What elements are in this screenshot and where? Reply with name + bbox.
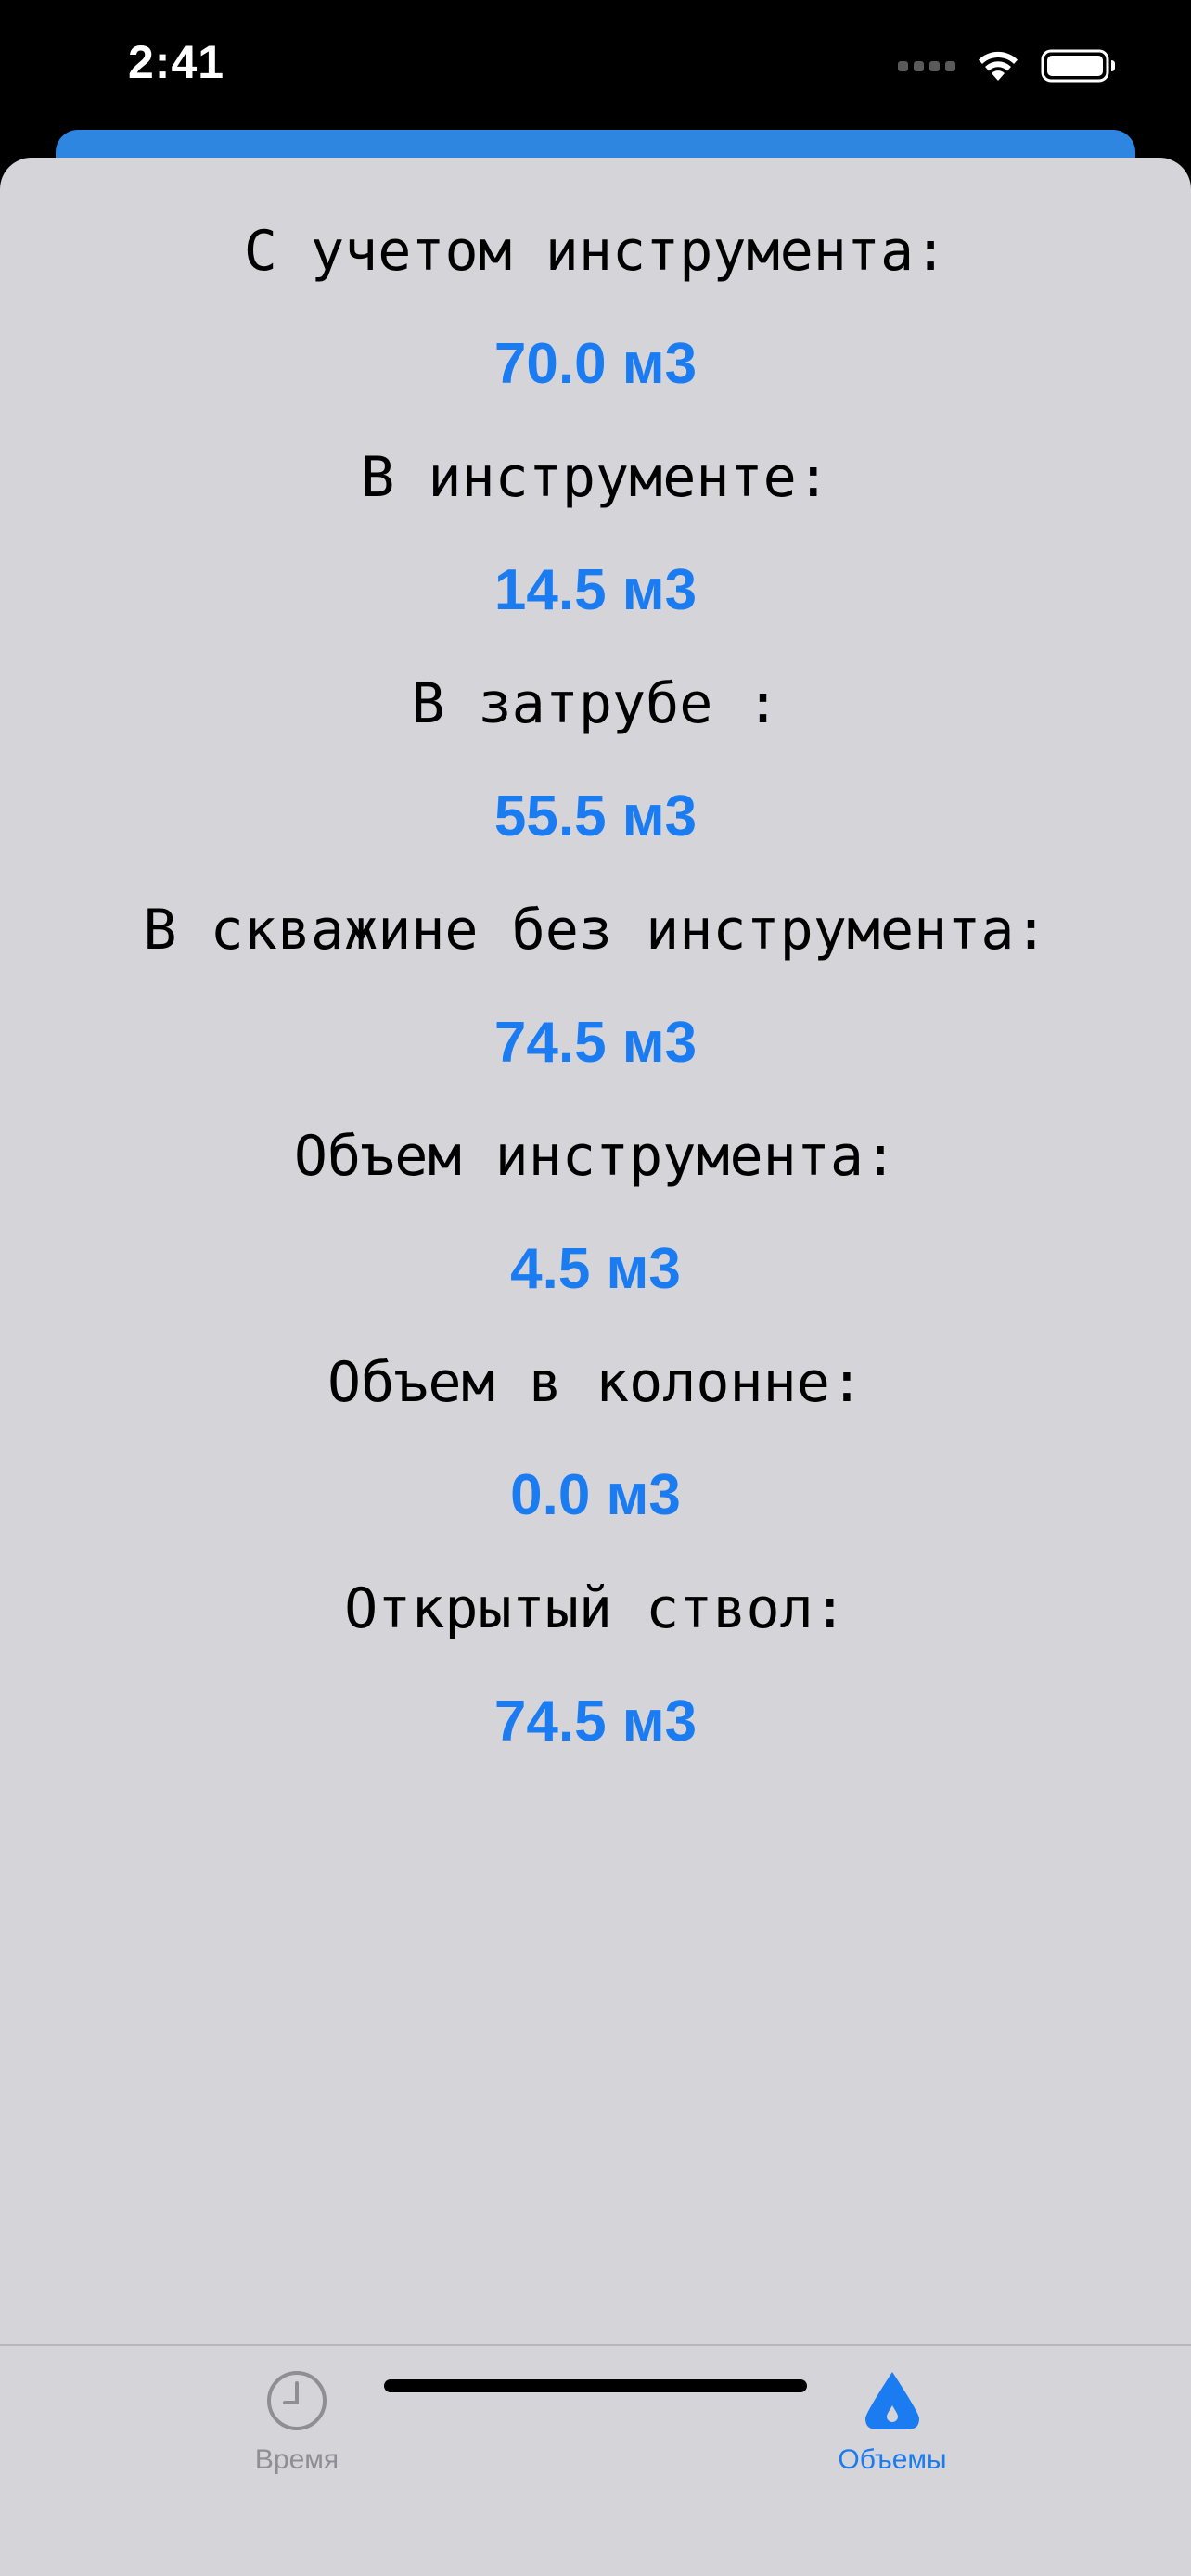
volumes-sheet: С учетом инструмента: 70.0 м3 В инструме… (0, 158, 1191, 2576)
volume-label: Открытый ствол: (344, 1576, 847, 1641)
clock-icon (267, 2371, 327, 2430)
volume-value: 74.5 м3 (493, 1690, 698, 1753)
battery-icon (1041, 49, 1115, 83)
volume-value: 4.5 м3 (510, 1237, 681, 1301)
volume-annulus: В затрубе : 55.5 м3 (0, 647, 1191, 874)
volume-label: Объем в колонне: (327, 1350, 864, 1415)
home-indicator[interactable] (384, 2379, 807, 2392)
cellular-signal-icon (898, 60, 955, 71)
tab-label: Время (254, 2444, 339, 2475)
status-time: 2:41 (128, 36, 225, 88)
volumes-list: С учетом инструмента: 70.0 м3 В инструме… (0, 195, 1191, 1779)
volume-label: В скважине без инструмента: (143, 898, 1048, 963)
volume-value: 70.0 м3 (493, 332, 698, 396)
tab-label: Объемы (838, 2444, 947, 2475)
volume-open-hole: Открытый ствол: 74.5 м3 (0, 1552, 1191, 1779)
volume-label: В затрубе : (411, 671, 780, 736)
volume-in-tool: В инструменте: 14.5 м3 (0, 421, 1191, 647)
volume-with-tool: С учетом инструмента: 70.0 м3 (0, 195, 1191, 421)
volume-value: 55.5 м3 (493, 784, 698, 848)
volume-value: 14.5 м3 (493, 558, 698, 622)
volume-label: С учетом инструмента: (243, 219, 948, 284)
volume-label: Объем инструмента: (293, 1124, 898, 1189)
volume-value: 0.0 м3 (510, 1463, 681, 1527)
volume-label: В инструменте: (361, 445, 830, 510)
drop-icon (865, 2372, 919, 2429)
status-bar: 2:41 (0, 0, 1191, 139)
volume-value: 74.5 м3 (493, 1011, 698, 1075)
status-icons (898, 43, 1117, 89)
wifi-icon (979, 51, 1018, 81)
volume-well-without-tool: В скважине без инструмента: 74.5 м3 (0, 874, 1191, 1100)
volume-of-tool: Объем инструмента: 4.5 м3 (0, 1100, 1191, 1326)
volume-in-casing: Объем в колонне: 0.0 м3 (0, 1326, 1191, 1552)
